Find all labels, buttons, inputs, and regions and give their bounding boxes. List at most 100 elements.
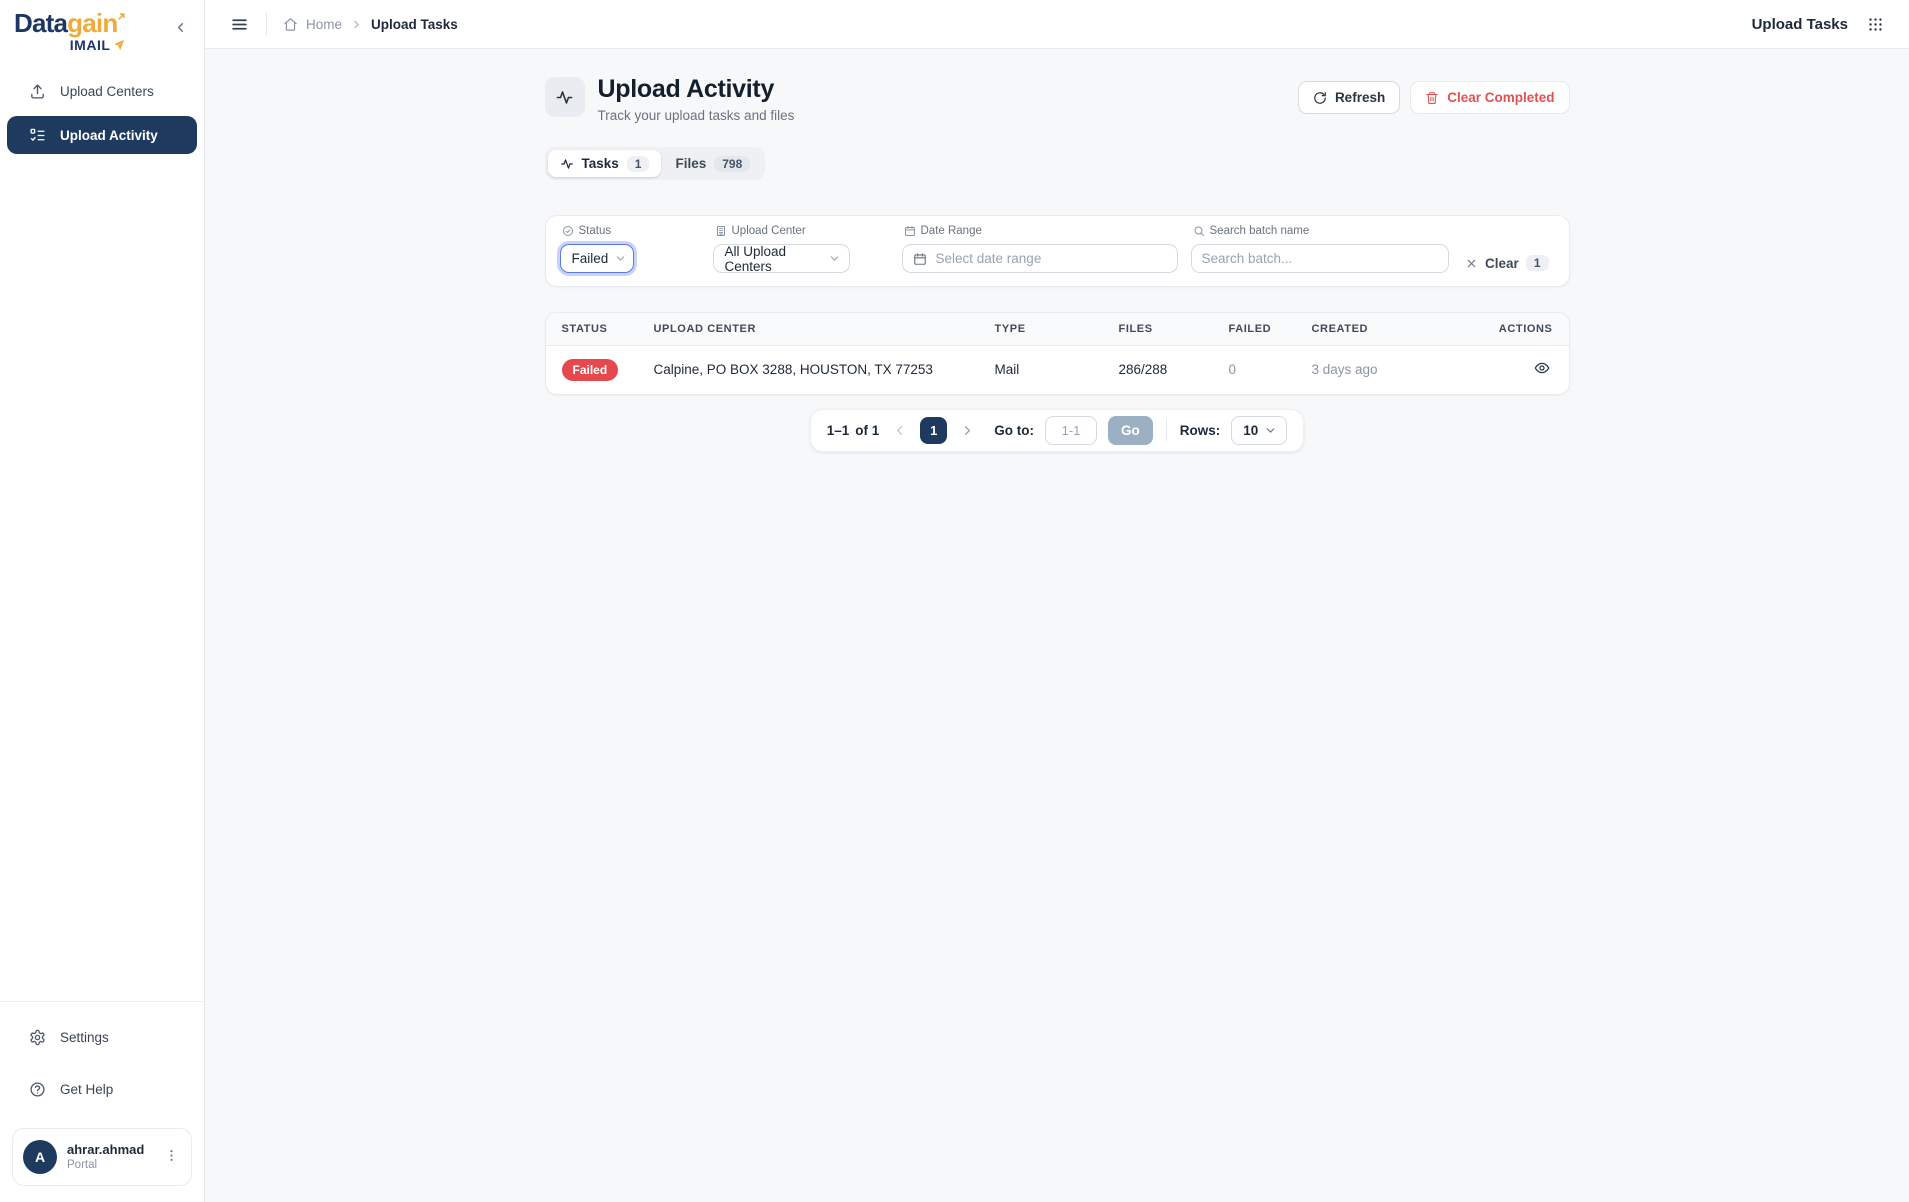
home-icon xyxy=(283,17,298,32)
sidebar-collapse-button[interactable] xyxy=(169,16,192,42)
building-icon xyxy=(715,225,727,237)
chevron-down-icon xyxy=(614,252,627,265)
breadcrumb-home-link[interactable]: Home xyxy=(306,17,342,32)
refresh-icon xyxy=(1313,91,1327,105)
sidebar-item-upload-activity[interactable]: Upload Activity xyxy=(7,116,197,154)
sidebar-item-upload-centers[interactable]: Upload Centers xyxy=(7,72,197,110)
search-batch-input[interactable] xyxy=(1202,251,1438,266)
filter-upload-center-label: Upload Center xyxy=(715,225,902,237)
goto-page-input[interactable] xyxy=(1045,416,1097,445)
task-list-icon xyxy=(29,127,46,144)
user-role: Portal xyxy=(67,1158,152,1172)
upload-center-select-value: All Upload Centers xyxy=(725,244,822,274)
page-subtitle: Track your upload tasks and files xyxy=(598,108,795,123)
brand-part-data: Data xyxy=(14,8,67,38)
app-root: Datagain IMAIL Upload Centers Upload Act… xyxy=(0,0,1909,1202)
filter-status-label: Status xyxy=(562,225,713,237)
sidebar-item-label: Upload Activity xyxy=(60,128,158,143)
breadcrumb-current: Upload Tasks xyxy=(371,17,458,32)
avatar: A xyxy=(23,1140,57,1174)
topbar-divider xyxy=(266,12,267,36)
grid-dots-icon xyxy=(1867,16,1884,33)
clear-filters-button[interactable]: Clear 1 xyxy=(1459,251,1554,275)
clear-completed-label: Clear Completed xyxy=(1447,90,1554,105)
calendar-icon xyxy=(913,252,927,266)
brand-part-gain: gain xyxy=(67,8,117,38)
user-menu-button[interactable] xyxy=(162,1146,181,1168)
search-icon xyxy=(1193,225,1205,237)
ellipsis-vertical-icon xyxy=(164,1148,179,1163)
help-circle-icon xyxy=(29,1081,46,1098)
breadcrumb: Home Upload Tasks xyxy=(283,17,458,32)
filter-label-text: Status xyxy=(579,225,612,237)
sidebar-nav: Upload Centers Upload Activity xyxy=(0,72,204,154)
sidebar-spacer xyxy=(0,154,204,1001)
brand-sub-label: IMAIL xyxy=(70,38,111,52)
column-header-upload-center: UPLOAD CENTER xyxy=(646,313,987,346)
table-row: Failed Calpine, PO BOX 3288, HOUSTON, TX… xyxy=(546,346,1569,394)
tab-label: Files xyxy=(675,156,706,171)
date-range-input[interactable] xyxy=(936,251,1167,266)
clear-filters-label: Clear xyxy=(1485,256,1519,271)
sidebar-item-label: Get Help xyxy=(60,1082,113,1097)
filter-date-range-label: Date Range xyxy=(904,225,1191,237)
cell-actions xyxy=(1491,346,1569,394)
pagination: 1–1 of 1 1 Go to: Go Rows: 10 xyxy=(810,409,1305,452)
circle-check-icon xyxy=(562,225,574,237)
page-header-text: Upload Activity Track your upload tasks … xyxy=(598,75,795,123)
page-header-left: Upload Activity Track your upload tasks … xyxy=(545,75,795,123)
go-button[interactable]: Go xyxy=(1108,416,1153,445)
apps-grid-button[interactable] xyxy=(1864,13,1887,36)
column-header-failed: FAILED xyxy=(1221,313,1304,346)
cell-created: 3 days ago xyxy=(1304,346,1491,394)
column-header-type: TYPE xyxy=(987,313,1111,346)
hamburger-menu-button[interactable] xyxy=(227,12,252,37)
filter-date-range: Date Range xyxy=(902,225,1191,273)
trash-icon xyxy=(1425,91,1439,105)
clear-completed-button[interactable]: Clear Completed xyxy=(1410,81,1569,114)
sidebar-footer-nav: Settings Get Help xyxy=(0,1002,204,1114)
calendar-icon xyxy=(904,225,916,237)
tab-count-badge: 798 xyxy=(714,156,750,172)
tab-files[interactable]: Files 798 xyxy=(663,150,762,177)
date-range-input-wrap xyxy=(902,244,1178,273)
cell-upload-center: Calpine, PO BOX 3288, HOUSTON, TX 77253 xyxy=(646,346,987,394)
chevron-down-icon xyxy=(1264,424,1277,437)
upload-center-select[interactable]: All Upload Centers xyxy=(713,244,850,273)
filter-status: Status Failed xyxy=(560,225,713,273)
tab-tasks[interactable]: Tasks 1 xyxy=(548,150,662,177)
previous-page-button[interactable] xyxy=(890,421,909,440)
upload-icon xyxy=(29,83,46,100)
topbar: Home Upload Tasks Upload Tasks xyxy=(205,0,1909,49)
chevron-right-icon xyxy=(960,423,975,438)
next-page-button[interactable] xyxy=(958,421,977,440)
column-header-actions: ACTIONS xyxy=(1491,313,1569,346)
table-header: STATUS UPLOAD CENTER TYPE FILES FAILED C… xyxy=(546,313,1569,346)
x-icon xyxy=(1465,257,1478,270)
rows-per-page-select[interactable]: 10 xyxy=(1231,416,1287,445)
user-meta: ahrar.ahmad Portal xyxy=(67,1142,152,1173)
sidebar-item-get-help[interactable]: Get Help xyxy=(7,1070,197,1108)
sidebar-item-label: Settings xyxy=(60,1030,109,1045)
page-number-button[interactable]: 1 xyxy=(920,417,947,444)
clear-filters-count-badge: 1 xyxy=(1526,255,1549,271)
filter-upload-center: Upload Center All Upload Centers xyxy=(713,225,902,273)
main-area: Home Upload Tasks Upload Tasks xyxy=(205,0,1909,1202)
user-card[interactable]: A ahrar.ahmad Portal xyxy=(12,1128,192,1186)
status-select[interactable]: Failed xyxy=(560,244,634,273)
status-select-value: Failed xyxy=(572,251,609,266)
rows-per-page-value: 10 xyxy=(1243,423,1258,438)
view-task-button[interactable] xyxy=(1531,357,1553,382)
tab-bar: Tasks 1 Files 798 xyxy=(545,147,766,180)
sidebar-item-settings[interactable]: Settings xyxy=(7,1018,197,1056)
filter-label-text: Date Range xyxy=(921,225,982,237)
pagination-divider xyxy=(1166,419,1167,441)
filter-bar: Status Failed Upload Center xyxy=(545,215,1570,287)
sidebar-item-label: Upload Centers xyxy=(60,84,154,99)
refresh-button[interactable]: Refresh xyxy=(1298,81,1400,114)
page-header: Upload Activity Track your upload tasks … xyxy=(545,75,1570,123)
page-container: Upload Activity Track your upload tasks … xyxy=(545,75,1570,452)
column-header-status: STATUS xyxy=(546,313,646,346)
chevron-left-icon xyxy=(173,20,188,35)
refresh-label: Refresh xyxy=(1335,90,1385,105)
